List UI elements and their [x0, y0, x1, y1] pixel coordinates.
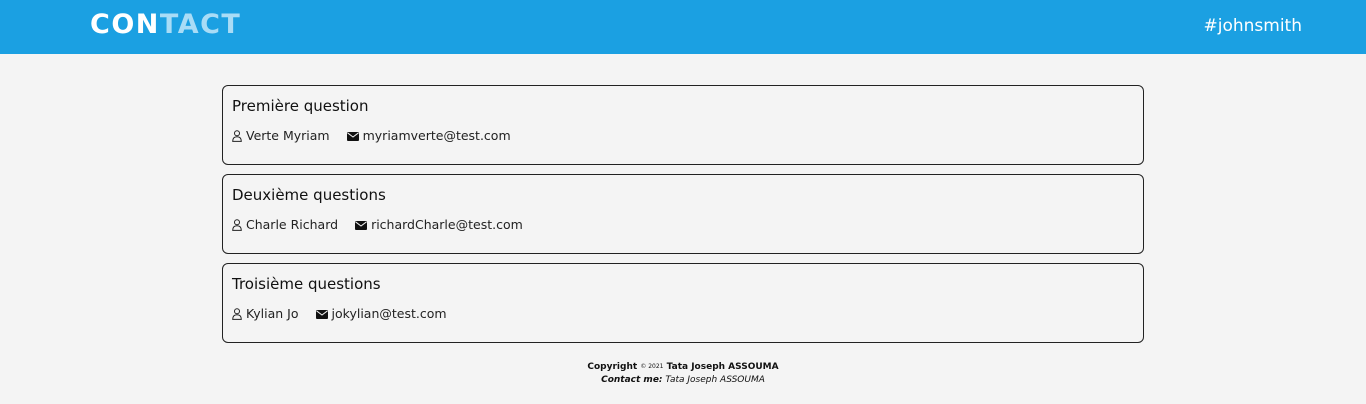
- top-header: CONTACT #johnsmith: [0, 0, 1366, 54]
- user-icon: [232, 219, 242, 231]
- logo-part-tact: TACT: [159, 9, 242, 40]
- email-info: jokylian@test.com: [315, 305, 447, 323]
- email-info: richardCharle@test.com: [355, 216, 523, 234]
- author-name: Verte Myriam: [246, 128, 330, 143]
- author-name: Kylian Jo: [246, 306, 299, 321]
- contact-line: Contact me: Tata Joseph ASSOUMA: [0, 374, 1366, 387]
- question-title: Première question: [232, 97, 369, 115]
- question-title: Troisième questions: [232, 275, 381, 293]
- envelope-icon: [346, 131, 359, 141]
- page-footer: Copyright © 2021 Tata Joseph ASSOUMA Con…: [0, 360, 1366, 387]
- envelope-icon: [355, 220, 368, 230]
- contact-label: Contact me:: [601, 375, 663, 385]
- site-logo[interactable]: CONTACT: [90, 9, 241, 41]
- author-email[interactable]: richardCharle@test.com: [371, 216, 523, 234]
- logo-part-con: CON: [90, 9, 160, 40]
- author-info: Kylian Jo: [232, 305, 299, 323]
- author-info: Charle Richard: [232, 216, 338, 234]
- copyright-name: Tata Joseph ASSOUMA: [666, 362, 779, 372]
- copyright-line: Copyright © 2021 Tata Joseph ASSOUMA: [0, 360, 1366, 374]
- author-email[interactable]: myriamverte@test.com: [363, 127, 511, 145]
- author-email[interactable]: jokylian@test.com: [332, 305, 447, 323]
- contact-name[interactable]: Tata Joseph ASSOUMA: [665, 375, 765, 385]
- email-info: myriamverte@test.com: [346, 127, 511, 145]
- user-icon: [232, 130, 242, 142]
- user-handle[interactable]: #johnsmith: [1204, 15, 1303, 37]
- question-title: Deuxième questions: [232, 186, 386, 204]
- question-meta: Kylian Jo jokylian@test.com: [232, 305, 464, 323]
- question-card[interactable]: Deuxième questions Charle Richard richar…: [222, 174, 1144, 254]
- question-card[interactable]: Troisième questions Kylian Jo jokylian@t…: [222, 263, 1144, 343]
- copyright-year: © 2021: [640, 363, 664, 370]
- question-list: Première question Verte Myriam myriamver…: [222, 85, 1144, 352]
- author-name: Charle Richard: [246, 217, 339, 232]
- question-meta: Verte Myriam myriamverte@test.com: [232, 127, 528, 145]
- question-card[interactable]: Première question Verte Myriam myriamver…: [222, 85, 1144, 165]
- user-icon: [232, 308, 242, 320]
- copyright-label: Copyright: [587, 362, 638, 372]
- envelope-icon: [315, 309, 328, 319]
- question-meta: Charle Richard richardCharle@test.com: [232, 216, 540, 234]
- author-info: Verte Myriam: [232, 127, 330, 145]
